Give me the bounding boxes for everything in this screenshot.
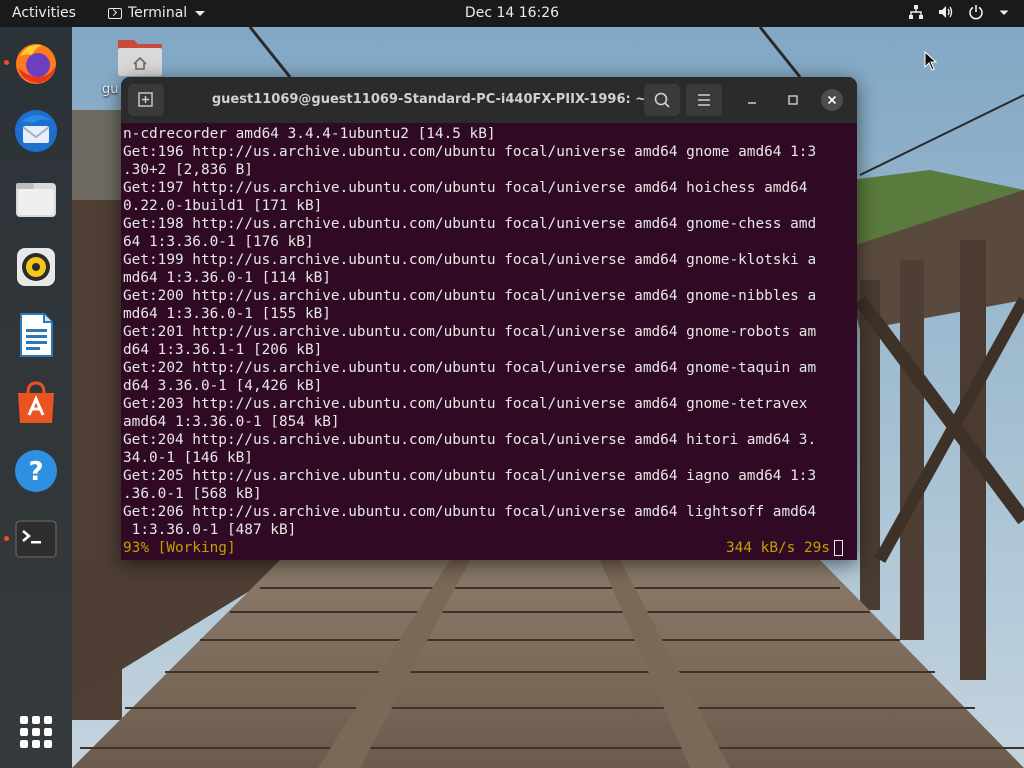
home-folder-label: gu (102, 82, 119, 97)
terminal-line: amd64 1:3.36.0-1 [854 kB] (123, 414, 340, 430)
terminal-line: 64 1:3.36.0-1 [176 kB] (123, 234, 314, 250)
chevron-down-icon[interactable] (998, 4, 1010, 20)
terminal-line: Get:203 http://us.archive.ubuntu.com/ubu… (123, 396, 808, 412)
terminal-line: Get:201 http://us.archive.ubuntu.com/ubu… (123, 324, 817, 340)
terminal-icon[interactable] (12, 515, 60, 563)
terminal-line: Get:199 http://us.archive.ubuntu.com/ubu… (123, 252, 817, 268)
libreoffice-writer-icon[interactable] (12, 311, 60, 359)
help-icon[interactable]: ? (12, 447, 60, 495)
app-grid-icon[interactable] (20, 716, 52, 748)
maximize-button[interactable] (782, 89, 804, 111)
mouse-pointer-icon (924, 51, 938, 71)
download-speed: 344 kB/s 29s (726, 540, 830, 556)
home-folder-icon[interactable] (116, 36, 164, 78)
top-bar: Activities Terminal Dec 14 16:26 (0, 0, 1024, 27)
terminal-line: md64 1:3.36.0-1 [114 kB] (123, 270, 331, 286)
download-status-line: 93% [Working] 344 kB/s 29s (123, 539, 853, 557)
running-indicator (4, 536, 9, 541)
close-icon (827, 95, 837, 105)
thunderbird-icon[interactable] (12, 107, 60, 155)
terminal-line: 0.22.0-1build1 [171 kB] (123, 198, 323, 214)
files-icon[interactable] (12, 175, 60, 223)
search-icon (654, 92, 670, 108)
text-cursor (834, 540, 843, 556)
terminal-line: Get:206 http://us.archive.ubuntu.com/ubu… (123, 504, 817, 520)
hamburger-icon (698, 94, 710, 106)
search-button[interactable] (644, 84, 680, 116)
terminal-line: Get:205 http://us.archive.ubuntu.com/ubu… (123, 468, 817, 484)
running-indicator (4, 60, 9, 65)
network-icon[interactable] (908, 4, 924, 20)
minimize-icon (748, 102, 756, 104)
volume-icon[interactable] (938, 4, 954, 20)
title-bar[interactable]: guest11069@guest11069-Standard-PC-i440FX… (121, 77, 857, 123)
terminal-line: .30+2 [2,836 B] (123, 162, 253, 178)
maximize-icon (788, 95, 798, 105)
terminal-output[interactable]: n-cdrecorder amd64 3.4.4-1ubuntu2 [14.5 … (123, 125, 853, 559)
new-tab-button[interactable] (128, 84, 164, 116)
terminal-line: Get:197 http://us.archive.ubuntu.com/ubu… (123, 180, 808, 196)
terminal-line: .36.0-1 [568 kB] (123, 486, 262, 502)
terminal-line: n-cdrecorder amd64 3.4.4-1ubuntu2 [14.5 … (123, 126, 496, 142)
terminal-line: md64 1:3.36.0-1 [155 kB] (123, 306, 331, 322)
close-button[interactable] (821, 89, 843, 111)
firefox-icon[interactable] (12, 39, 60, 87)
clock[interactable]: Dec 14 16:26 (0, 5, 1024, 21)
terminal-line: d64 1:3.36.1-1 [206 kB] (123, 342, 323, 358)
terminal-line: Get:204 http://us.archive.ubuntu.com/ubu… (123, 432, 817, 448)
progress-status: 93% [Working] (123, 540, 236, 556)
terminal-line: Get:200 http://us.archive.ubuntu.com/ubu… (123, 288, 817, 304)
terminal-line: Get:196 http://us.archive.ubuntu.com/ubu… (123, 144, 817, 160)
new-tab-icon (138, 92, 153, 107)
menu-button[interactable] (686, 84, 722, 116)
ubuntu-software-icon[interactable] (12, 379, 60, 427)
rhythmbox-icon[interactable] (12, 243, 60, 291)
minimize-button[interactable] (741, 89, 763, 111)
terminal-line: 1:3.36.0-1 [487 kB] (123, 522, 297, 538)
terminal-line: Get:202 http://us.archive.ubuntu.com/ubu… (123, 360, 817, 376)
system-tray[interactable] (908, 4, 1010, 20)
terminal-line: d64 3.36.0-1 [4,426 kB] (123, 378, 323, 394)
window-title: guest11069@guest11069-Standard-PC-i440FX… (211, 92, 647, 107)
terminal-line: 34.0-1 [146 kB] (123, 450, 253, 466)
terminal-window[interactable]: guest11069@guest11069-Standard-PC-i440FX… (121, 77, 857, 560)
svg-text:?: ? (28, 457, 43, 487)
dock: ? (0, 27, 72, 768)
terminal-line: Get:198 http://us.archive.ubuntu.com/ubu… (123, 216, 817, 232)
power-icon[interactable] (968, 4, 984, 20)
